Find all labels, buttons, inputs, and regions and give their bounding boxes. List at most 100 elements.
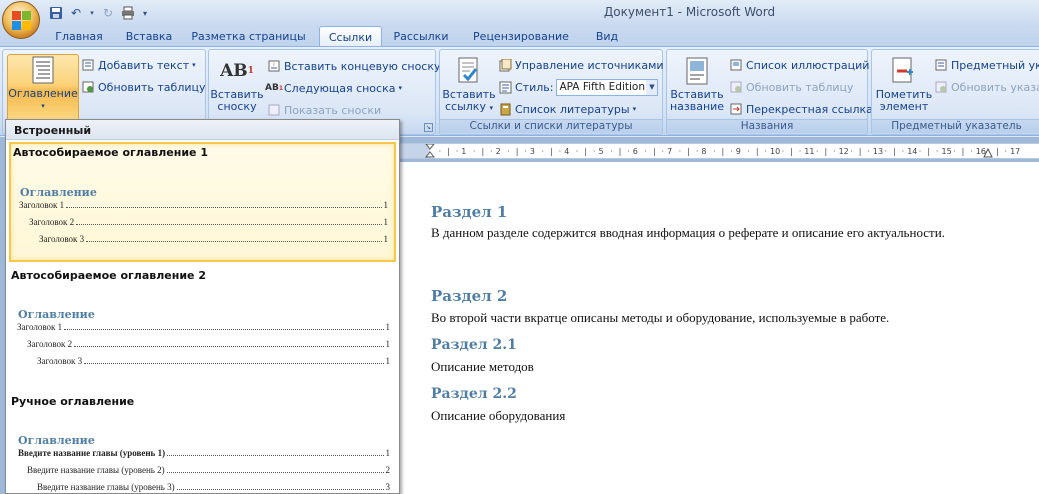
style-selector[interactable]: Стиль: APA Fifth Edition ▼	[498, 78, 659, 96]
ruler-tick-mark: ·	[850, 147, 853, 156]
show-notes-icon	[267, 103, 281, 117]
toc-preview-title: Оглавление	[18, 308, 95, 321]
next-footnote-button[interactable]: AB 1 Следующая сноска ▾	[265, 79, 402, 97]
toc-option-auto-2[interactable]: Автособираемое оглавление 2 Оглавление З…	[9, 266, 396, 386]
paragraph-section-2-1: Описание методов	[431, 359, 534, 374]
toc-preview-line: Заголовок 3 1	[37, 355, 390, 366]
toc-preview: Оглавление Введите название главы (урове…	[15, 412, 390, 492]
add-text-icon	[81, 58, 95, 72]
manage-sources-icon	[498, 58, 512, 72]
toc-line-leader	[74, 346, 384, 347]
insert-caption-button[interactable]: Вставить название	[669, 56, 725, 113]
captions-group-label: Названия	[667, 119, 867, 133]
ruler-tick-mark: |	[652, 147, 656, 156]
office-button[interactable]	[2, 1, 40, 39]
tab-mailings[interactable]: Рассылки	[386, 26, 456, 47]
toc-button[interactable]: Оглавление ▾	[7, 54, 79, 122]
right-indent-marker-icon[interactable]	[983, 147, 993, 158]
ruler-tick-mark: ·	[935, 147, 939, 156]
cross-reference-button[interactable]: Перекрестная ссылка	[729, 100, 873, 118]
table-of-figures-icon	[729, 58, 743, 72]
ruler-tick-mark: ·	[627, 147, 630, 156]
toc-line-leader	[176, 489, 384, 490]
indent-marker-icon[interactable]	[424, 143, 436, 158]
style-dropdown[interactable]: APA Fifth Edition ▼	[556, 78, 659, 96]
ruler-tick-mark: ·	[695, 147, 699, 156]
ruler-tick-mark: ·	[1004, 147, 1008, 156]
tab-home[interactable]: Главная	[46, 26, 112, 47]
ruler-tick-mark: ·	[730, 147, 733, 156]
chevron-down-icon: ▾	[192, 61, 196, 69]
ruler-tick-mark: |	[687, 147, 690, 156]
insert-index-icon	[934, 58, 948, 72]
ruler-tick-mark: ·	[798, 147, 802, 156]
insert-citation-label-2: ссылку ▾	[445, 101, 493, 114]
ruler-tick-mark: ·	[575, 147, 579, 156]
insert-index-button[interactable]: Предметный ука	[934, 56, 1039, 74]
bibliography-label: Список литературы	[515, 102, 630, 116]
update-table-button[interactable]: Обновить таблицу	[81, 78, 206, 96]
toc-option-auto-1[interactable]: Автособираемое оглавление 1 Оглавление З…	[9, 142, 396, 262]
insert-citation-button[interactable]: Вставить ссылку ▾	[442, 56, 496, 114]
show-notes-button[interactable]: Показать сноски	[267, 101, 381, 119]
toc-line-page: 2	[385, 465, 391, 475]
ruler-tick-mark: ·	[438, 147, 442, 156]
next-footnote-label: Следующая сноска	[284, 81, 396, 95]
heading-section-2-1: Раздел 2.1	[431, 337, 517, 353]
bibliography-button[interactable]: Список литературы ▾	[498, 100, 636, 118]
toc-line-page: 1	[385, 322, 391, 332]
update-figures-table-label: Обновить таблицу	[746, 80, 854, 94]
toc-option-manual[interactable]: Ручное оглавление Оглавление Введите наз…	[9, 392, 396, 494]
toc-line-page: 1	[385, 356, 391, 366]
tab-references[interactable]: Ссылки	[319, 26, 382, 47]
ruler-tick-mark: ·	[747, 147, 750, 156]
toc-preview-title: Оглавление	[18, 434, 95, 447]
ruler-tick-mark: |	[550, 147, 553, 156]
ribbon-tabs: Главная Вставка Разметка страницы Ссылки…	[0, 26, 1039, 47]
window-title: Документ1 - Microsoft Word	[603, 5, 776, 19]
horizontal-ruler[interactable]: 1 · | · 2 · | · 3 · | · 4 · | · 5 · | · 6 · | · 7 · | · 8 · | · 9 · | · 10 · |…	[400, 143, 1039, 159]
ruler-tick-mark: ·	[558, 147, 562, 156]
toc-line-text: Введите название главы (уровень 3)	[37, 482, 175, 492]
ruler-tick-label: 15	[941, 147, 952, 156]
table-of-figures-button[interactable]: Список иллюстраций	[729, 56, 869, 74]
document-page[interactable]: Раздел 1 В данном разделе содержится вво…	[400, 162, 1039, 494]
ruler-tick-mark: |	[721, 147, 725, 156]
gallery-header: Встроенный	[6, 120, 399, 140]
update-index-button[interactable]: Обновить указа	[934, 78, 1039, 96]
toc-line-leader	[166, 472, 384, 473]
insert-footnote-label-2: сноску	[217, 100, 257, 113]
insert-endnote-button[interactable]: i Вставить концевую сноску	[267, 57, 441, 75]
ruler-tick-mark: |	[447, 147, 450, 156]
tab-review[interactable]: Рецензирование	[462, 26, 580, 47]
table-of-figures-label: Список иллюстраций	[746, 58, 870, 72]
bibliography-icon	[498, 102, 512, 116]
tab-page-layout[interactable]: Разметка страницы	[186, 26, 311, 47]
manage-sources-button[interactable]: Управление источниками	[498, 56, 664, 74]
style-value: APA Fifth Edition	[559, 80, 645, 93]
update-figures-table-button[interactable]: Обновить таблицу	[729, 78, 854, 96]
insert-index-label: Предметный ука	[951, 58, 1039, 72]
ruler-tick-mark: ·	[953, 147, 956, 156]
ruler-tick-mark: ·	[867, 147, 870, 156]
show-notes-label: Показать сноски	[284, 103, 382, 117]
ruler-tick-mark: ·	[524, 147, 527, 156]
ruler-tick-label: 8	[701, 147, 707, 156]
toc-preview-line: Заголовок 2 1	[27, 338, 390, 349]
toc-button-label: Оглавление	[8, 87, 78, 100]
toc-line-page: 1	[385, 339, 391, 349]
ruler-tick-mark: ·	[661, 147, 665, 156]
citations-group-label: Ссылки и списки литературы	[440, 119, 662, 133]
footnote-icon: AB 1	[220, 61, 254, 81]
footnotes-dialog-launcher[interactable]: ↘	[424, 123, 433, 132]
ruler-tick-mark: ·	[678, 147, 682, 156]
ruler-tick-label: 14	[907, 147, 918, 156]
toc-line-leader	[86, 241, 382, 242]
insert-footnote-button[interactable]: AB 1 Вставить сноску	[210, 56, 263, 113]
tab-view[interactable]: Вид	[584, 26, 630, 47]
chevron-down-icon: ▼	[646, 79, 658, 95]
add-text-button[interactable]: Добавить текст ▾	[81, 56, 196, 74]
tab-insert[interactable]: Вставка	[116, 26, 182, 47]
ruler-tick-label: 7	[667, 147, 673, 156]
mark-entry-button[interactable]: Пометить элемент	[876, 56, 932, 113]
